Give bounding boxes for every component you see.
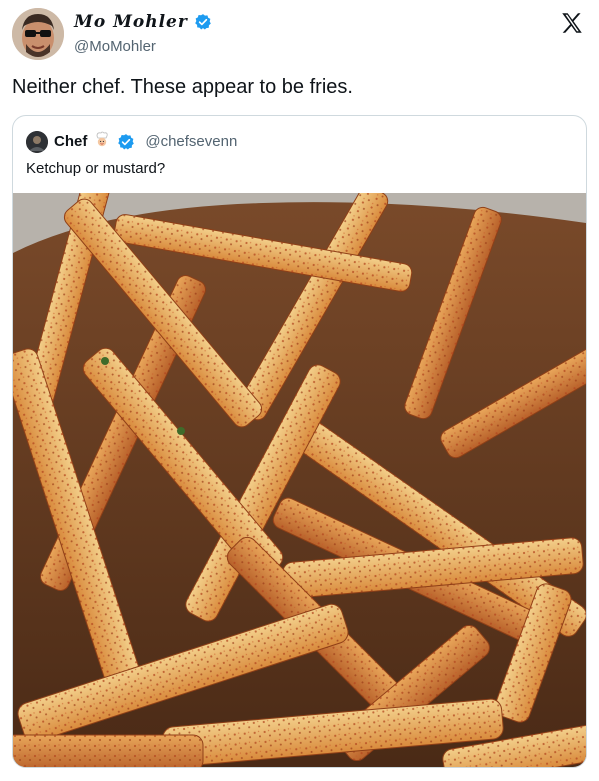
avatar[interactable]: [12, 8, 64, 60]
x-logo-icon[interactable]: [559, 10, 585, 36]
quoted-tweet-card[interactable]: Chef @chefsevenn Ketchup or mustard?: [12, 115, 587, 768]
chef-emoji-icon: [93, 130, 111, 153]
verified-badge-icon: [194, 13, 212, 31]
tweet-header: Mo Mohler @MoMohler: [0, 0, 599, 70]
quoted-avatar[interactable]: [26, 130, 48, 153]
quoted-display-name[interactable]: Chef: [54, 133, 87, 150]
fries-photo[interactable]: [13, 126, 586, 767]
quoted-verified-badge-icon: [117, 133, 135, 151]
quoted-handle[interactable]: @chefsevenn: [145, 133, 237, 150]
handle[interactable]: @MoMohler: [74, 38, 156, 55]
tweet-text: Neither chef. These appear to be fries.: [12, 76, 353, 98]
display-name[interactable]: Mo Mohler: [74, 12, 188, 32]
quoted-tweet-text: Ketchup or mustard?: [26, 160, 166, 177]
